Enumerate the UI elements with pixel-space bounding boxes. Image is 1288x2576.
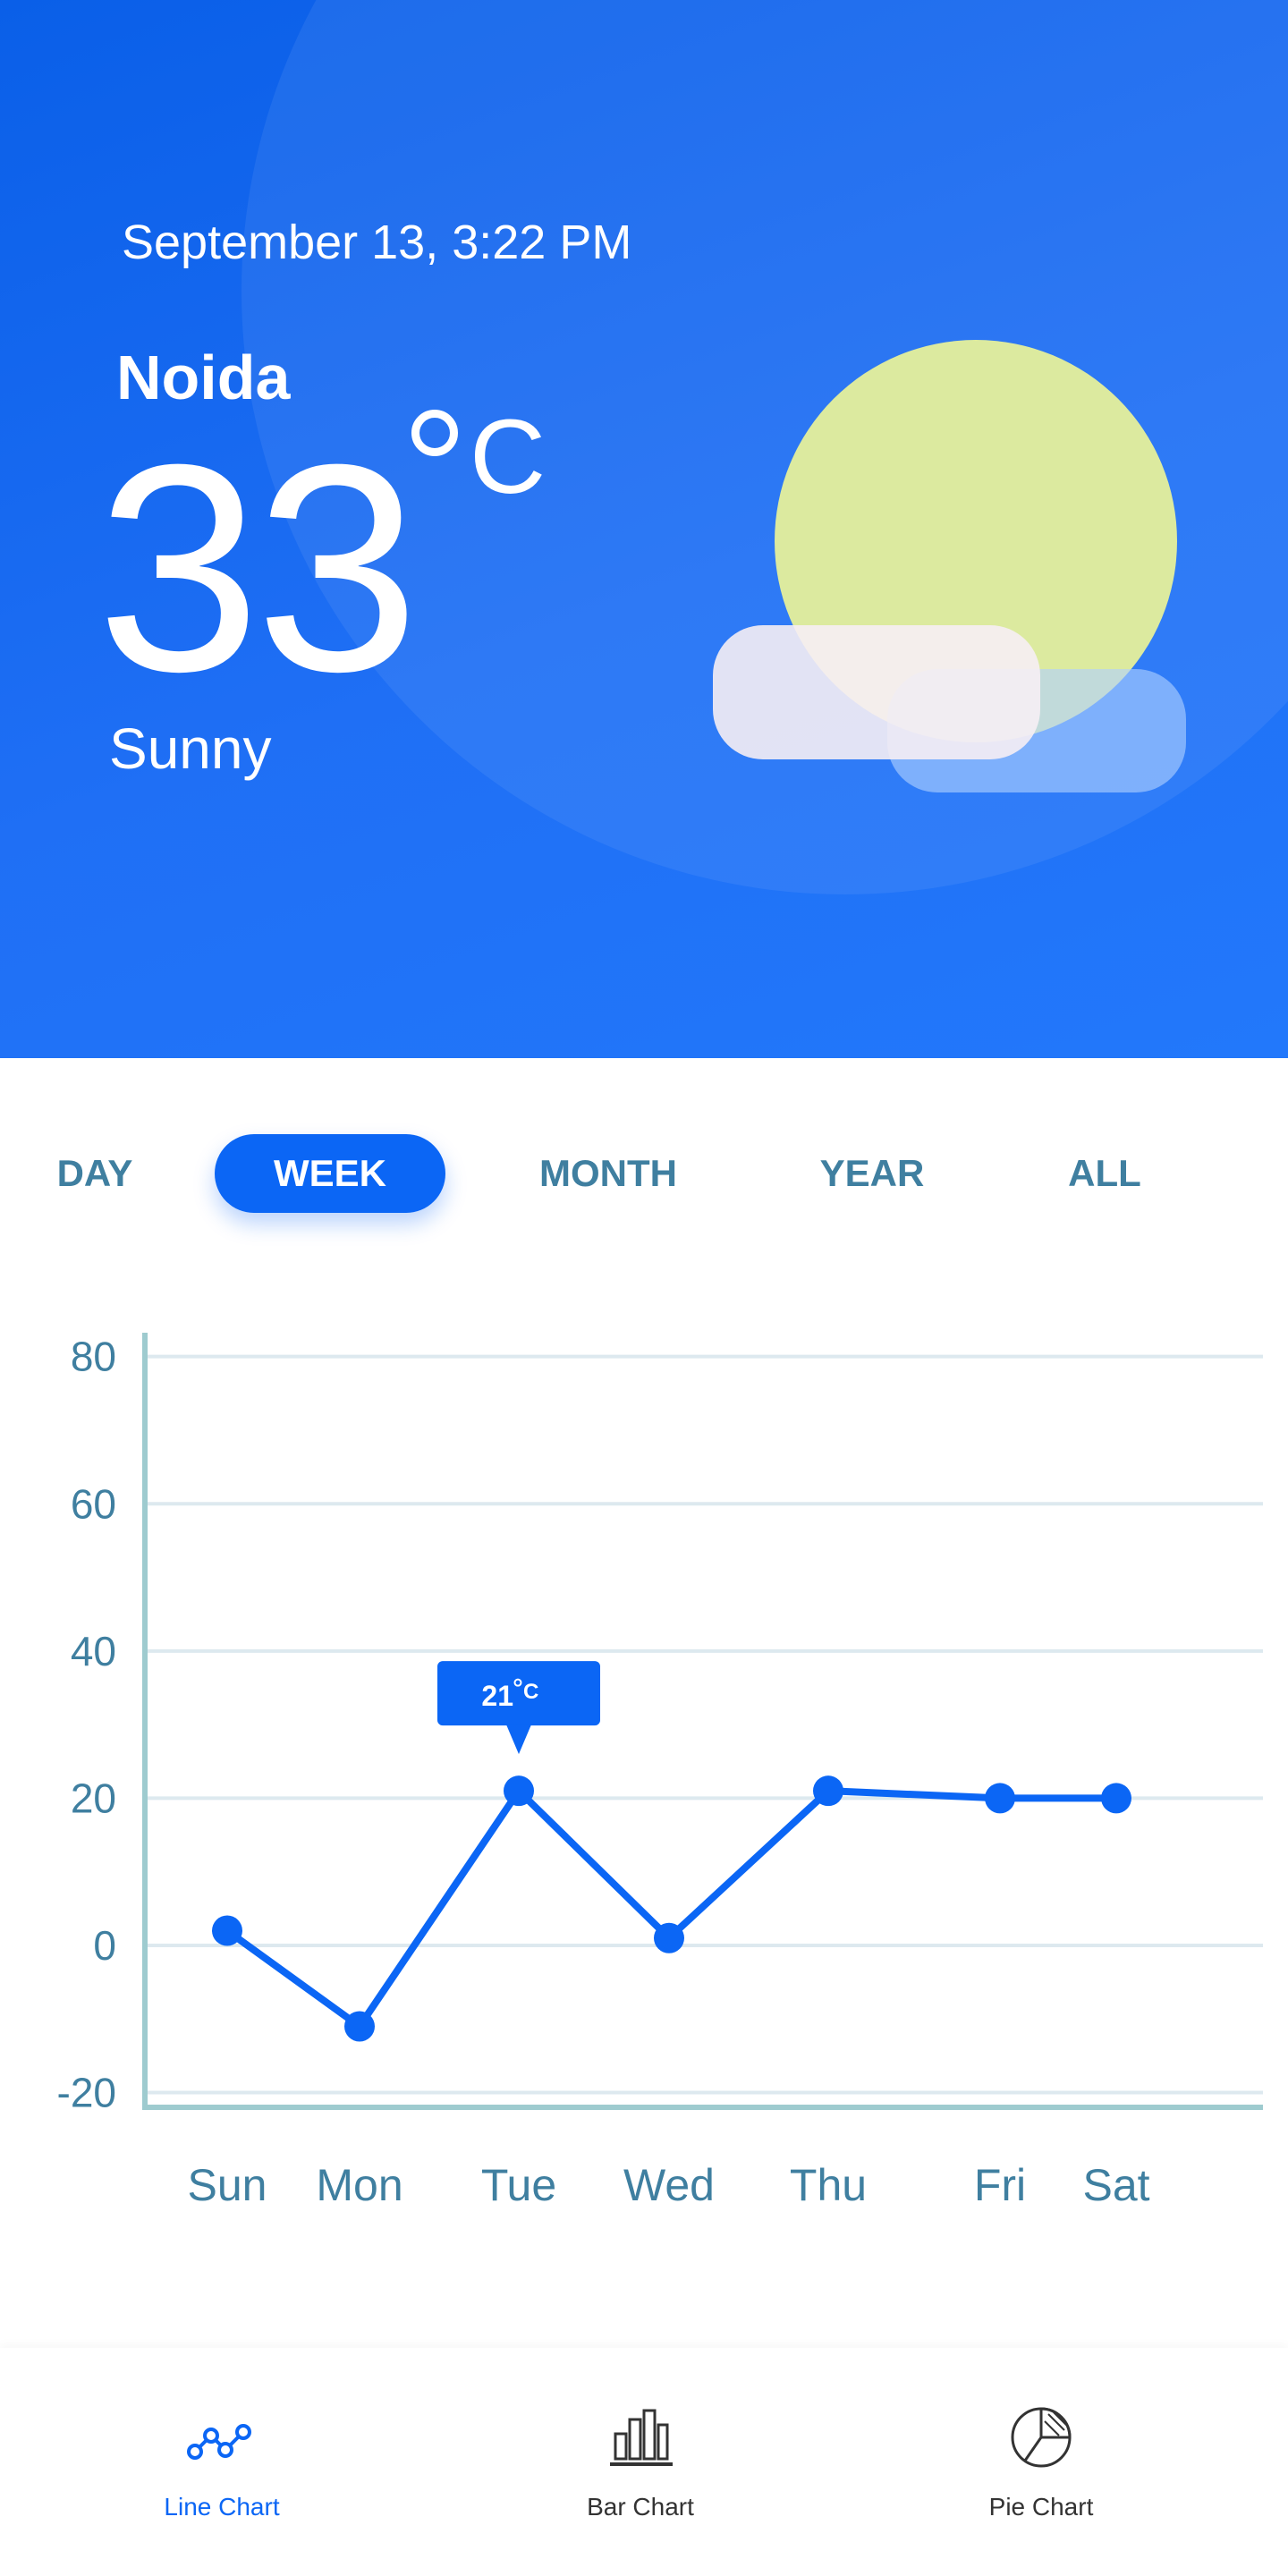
- temperature-value: 33: [97, 402, 419, 733]
- nav-label-pie-chart: Pie Chart: [988, 2493, 1094, 2521]
- date-time: September 13, 3:22 PM: [122, 216, 632, 269]
- tab-year[interactable]: YEAR: [796, 1134, 948, 1213]
- y-tick-label: 0: [93, 1922, 116, 1969]
- nav-label-line-chart: Line Chart: [164, 2493, 280, 2521]
- x-tick-label: Mon: [316, 2160, 402, 2210]
- x-tick-label: Tue: [481, 2160, 556, 2210]
- data-point: [504, 1775, 534, 1807]
- x-tick-label: Fri: [974, 2160, 1026, 2210]
- weather-condition: Sunny: [109, 716, 272, 781]
- nav-line-chart[interactable]: Line Chart: [88, 2348, 356, 2576]
- bottom-navigation: Line Chart Bar Chart Pie Chart: [0, 2348, 1288, 2576]
- data-point: [985, 1783, 1015, 1814]
- y-tick-label: 40: [71, 1628, 116, 1674]
- tooltip-value: 21: [481, 1680, 513, 1712]
- temperature-line-chart: 80 60 40 20 0 -20 Sun Mon Tue Wed Thu Fri Sat 21 C: [57, 1333, 1263, 2210]
- data-point: [1101, 1783, 1131, 1814]
- temperature-unit: C: [470, 398, 547, 516]
- bar-chart-icon: [610, 2409, 673, 2466]
- x-tick-label: Thu: [790, 2160, 867, 2210]
- tab-month[interactable]: MONTH: [514, 1134, 702, 1213]
- y-tick-label: 60: [71, 1480, 116, 1527]
- tooltip-pointer: [506, 1724, 531, 1755]
- y-tick-label: 20: [71, 1775, 116, 1821]
- data-point: [212, 1915, 242, 1946]
- nav-pie-chart[interactable]: Pie Chart: [907, 2348, 1175, 2576]
- tab-day[interactable]: DAY: [36, 1134, 154, 1213]
- weather-header: September 13, 3:22 PM Noida 33 C Sunny: [0, 0, 1288, 1058]
- line-chart-icon: [187, 2424, 251, 2460]
- tab-all[interactable]: ALL: [1046, 1134, 1163, 1213]
- y-tick-label: 80: [71, 1334, 116, 1380]
- x-tick-label: Wed: [623, 2160, 715, 2210]
- degree-symbol: [411, 410, 458, 456]
- data-point: [654, 1922, 684, 1953]
- cloud-front-shape: [713, 625, 1040, 759]
- data-point: [344, 2011, 375, 2042]
- tooltip-unit: C: [523, 1680, 538, 1704]
- tab-week[interactable]: WEEK: [215, 1134, 445, 1213]
- nav-bar-chart[interactable]: Bar Chart: [506, 2348, 775, 2576]
- data-point: [813, 1775, 843, 1807]
- nav-label-bar-chart: Bar Chart: [587, 2493, 694, 2521]
- x-tick-label: Sat: [1082, 2160, 1149, 2210]
- tooltip-box: [437, 1661, 600, 1726]
- x-tick-label: Sun: [188, 2160, 267, 2210]
- series-line: [224, 1787, 1120, 2030]
- y-tick-label: -20: [57, 2070, 116, 2116]
- pie-chart-icon: [1011, 2407, 1072, 2468]
